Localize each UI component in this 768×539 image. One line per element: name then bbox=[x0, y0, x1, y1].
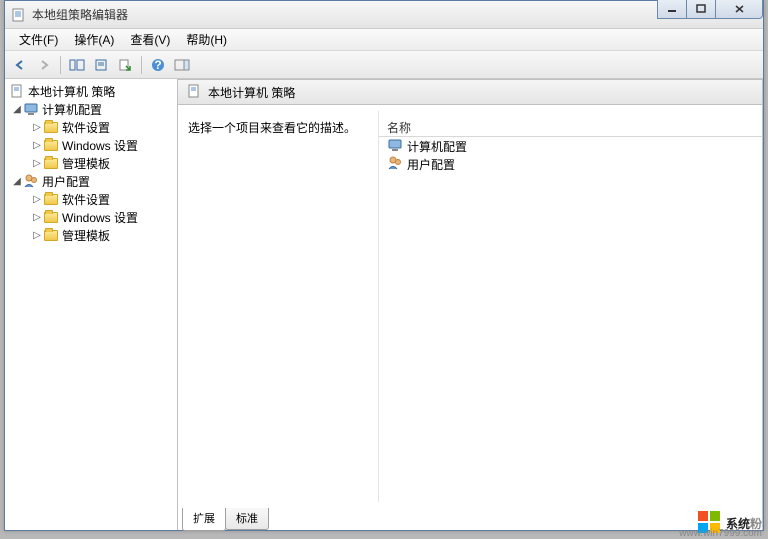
content-area: 本地计算机 策略 ◢ 计算机配置 ▷ 软件设置 ▷ Windows 设置 ▷ 管… bbox=[5, 79, 763, 530]
window-controls bbox=[658, 0, 763, 19]
show-hide-tree-button[interactable] bbox=[66, 54, 88, 76]
tree-node-software-settings[interactable]: ▷ 软件设置 bbox=[7, 118, 169, 136]
computer-icon bbox=[387, 137, 403, 156]
menubar: 文件(F) 操作(A) 查看(V) 帮助(H) bbox=[5, 29, 763, 51]
tree-label: 计算机配置 bbox=[42, 101, 102, 118]
tab-standard[interactable]: 标准 bbox=[225, 508, 269, 530]
expand-icon[interactable]: ▷ bbox=[31, 212, 43, 223]
tree-node-admin-templates[interactable]: ▷ 管理模板 bbox=[7, 154, 169, 172]
window-title: 本地组策略编辑器 bbox=[32, 6, 128, 23]
tree-label: 管理模板 bbox=[62, 155, 110, 172]
tree-label: Windows 设置 bbox=[62, 137, 138, 154]
titlebar: 本地组策略编辑器 bbox=[5, 1, 763, 29]
folder-icon bbox=[43, 191, 59, 207]
expand-icon[interactable]: ▷ bbox=[31, 140, 43, 151]
tree-root[interactable]: 本地计算机 策略 bbox=[7, 82, 169, 100]
tree-root-label: 本地计算机 策略 bbox=[28, 83, 115, 100]
toolbar-separator bbox=[141, 56, 142, 74]
list-item-label: 用户配置 bbox=[407, 156, 455, 173]
toolbar-separator bbox=[60, 56, 61, 74]
window-frame: 本地组策略编辑器 文件(F) 操作(A) 查看(V) 帮助(H) ? 本地计算机… bbox=[4, 0, 764, 531]
main-body: 选择一个项目来查看它的描述。 名称 计算机配置 用户配置 bbox=[178, 105, 763, 508]
watermark-url: www.win7999.com bbox=[679, 528, 762, 539]
menu-file[interactable]: 文件(F) bbox=[11, 29, 66, 50]
menu-view[interactable]: 查看(V) bbox=[122, 29, 178, 50]
tree-node-user-config[interactable]: ◢ 用户配置 bbox=[7, 172, 169, 190]
folder-icon bbox=[43, 119, 59, 135]
tree-node-windows-settings[interactable]: ▷ Windows 设置 bbox=[7, 136, 169, 154]
list-column: 名称 计算机配置 用户配置 bbox=[378, 111, 762, 502]
toolbar: ? bbox=[5, 51, 763, 79]
column-header-name[interactable]: 名称 bbox=[379, 117, 762, 137]
tree-label: 管理模板 bbox=[62, 227, 110, 244]
expand-icon[interactable]: ▷ bbox=[31, 230, 43, 241]
tree-panel[interactable]: 本地计算机 策略 ◢ 计算机配置 ▷ 软件设置 ▷ Windows 设置 ▷ 管… bbox=[5, 79, 171, 530]
tree-label: 软件设置 bbox=[62, 119, 110, 136]
tree-node-software-settings[interactable]: ▷ 软件设置 bbox=[7, 190, 169, 208]
tree-node-admin-templates[interactable]: ▷ 管理模板 bbox=[7, 226, 169, 244]
main-panel: 本地计算机 策略 选择一个项目来查看它的描述。 名称 计算机配置 用户配置 bbox=[177, 79, 763, 530]
folder-icon bbox=[43, 137, 59, 153]
computer-icon bbox=[23, 101, 39, 117]
maximize-button[interactable] bbox=[686, 0, 716, 19]
tree-label: 软件设置 bbox=[62, 191, 110, 208]
policy-icon bbox=[9, 83, 25, 99]
main-header: 本地计算机 策略 bbox=[178, 79, 763, 105]
minimize-button[interactable] bbox=[657, 0, 687, 19]
show-hide-action-pane-button[interactable] bbox=[171, 54, 193, 76]
tree-label: 用户配置 bbox=[42, 173, 90, 190]
close-button[interactable] bbox=[715, 0, 763, 19]
description-column: 选择一个项目来查看它的描述。 bbox=[178, 105, 378, 508]
main-header-title: 本地计算机 策略 bbox=[208, 84, 295, 101]
folder-icon bbox=[43, 155, 59, 171]
menu-help[interactable]: 帮助(H) bbox=[178, 29, 235, 50]
back-button[interactable] bbox=[9, 54, 31, 76]
folder-icon bbox=[43, 209, 59, 225]
list-item-computer-config[interactable]: 计算机配置 bbox=[379, 137, 762, 155]
tree-node-windows-settings[interactable]: ▷ Windows 设置 bbox=[7, 208, 169, 226]
properties-button[interactable] bbox=[90, 54, 112, 76]
tree-label: Windows 设置 bbox=[62, 209, 138, 226]
expand-icon[interactable]: ▷ bbox=[31, 122, 43, 133]
user-icon bbox=[387, 155, 403, 174]
forward-button[interactable] bbox=[33, 54, 55, 76]
view-tabs: 扩展 标准 bbox=[178, 508, 763, 530]
description-text: 选择一个项目来查看它的描述。 bbox=[188, 121, 356, 135]
expand-icon[interactable]: ▷ bbox=[31, 194, 43, 205]
list-item-user-config[interactable]: 用户配置 bbox=[379, 155, 762, 173]
tree-node-computer-config[interactable]: ◢ 计算机配置 bbox=[7, 100, 169, 118]
user-icon bbox=[23, 173, 39, 189]
menu-action[interactable]: 操作(A) bbox=[66, 29, 122, 50]
collapse-icon[interactable]: ◢ bbox=[11, 104, 23, 115]
list-item-label: 计算机配置 bbox=[407, 138, 467, 155]
tab-extended[interactable]: 扩展 bbox=[182, 508, 226, 531]
help-button[interactable]: ? bbox=[147, 54, 169, 76]
svg-text:?: ? bbox=[154, 58, 161, 72]
app-icon bbox=[11, 7, 27, 23]
collapse-icon[interactable]: ◢ bbox=[11, 176, 23, 187]
policy-icon bbox=[186, 83, 202, 102]
expand-icon[interactable]: ▷ bbox=[31, 158, 43, 169]
folder-icon bbox=[43, 227, 59, 243]
export-list-button[interactable] bbox=[114, 54, 136, 76]
